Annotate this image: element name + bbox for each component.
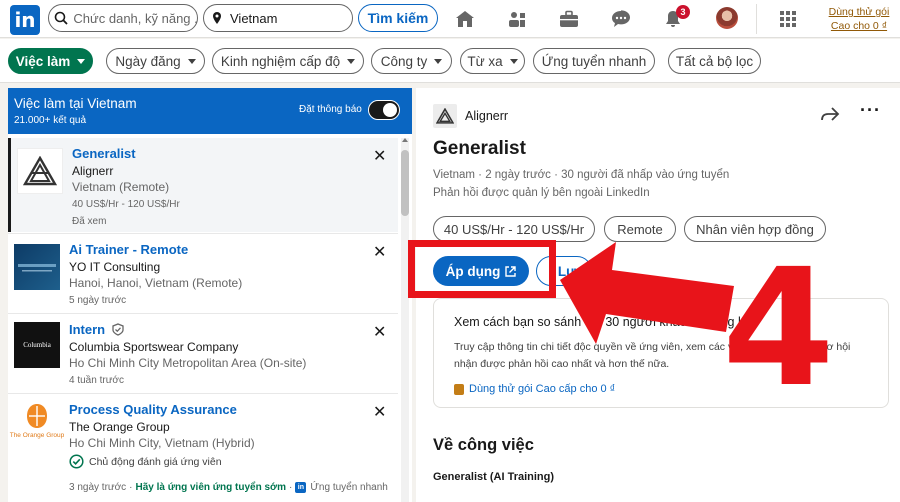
yo-it-consulting-logo-icon <box>14 244 60 290</box>
about-job-subtitle: Generalist (AI Training) <box>433 471 555 483</box>
job-posted-time: 4 tuần trước <box>69 375 124 386</box>
about-job-heading: Về công việc <box>433 436 534 454</box>
filter-company[interactable]: Công ty <box>371 48 452 74</box>
job-posted-time: 5 ngày trước <box>69 295 127 306</box>
top-nav: in Chức danh, kỹ năng ... Vietnam Tìm ki… <box>0 0 900 38</box>
job-location: Vietnam (Remote) <box>72 180 170 194</box>
dismiss-job-close-icon[interactable]: ✕ <box>373 242 386 262</box>
check-circle-icon <box>69 454 84 469</box>
premium-card-body: Truy cập thông tin chi tiết độc quyền về… <box>454 341 851 370</box>
job-card[interactable]: The Orange Group Process Quality Assuran… <box>8 394 398 502</box>
salary-tag[interactable]: 40 US$/Hr - 120 US$/Hr <box>433 216 595 242</box>
job-detail-response-note: Phản hồi được quản lý bên ngoài LinkedIn <box>433 187 650 199</box>
notification-badge: 3 <box>676 5 690 19</box>
job-detail-title: Generalist <box>433 138 526 159</box>
search-icon <box>49 11 73 25</box>
chevron-down-icon <box>347 58 356 64</box>
job-list-panel: Việc làm tại Vietnam 21.000+ kết quả Đặt… <box>8 88 412 502</box>
dismiss-job-close-icon[interactable]: ✕ <box>373 146 386 166</box>
chevron-down-icon <box>187 58 196 64</box>
profile-avatar[interactable] <box>716 7 738 29</box>
filter-remote[interactable]: Từ xa <box>460 48 525 74</box>
messaging-icon[interactable] <box>608 6 634 32</box>
job-salary: 40 US$/Hr - 120 US$/Hr <box>72 199 180 210</box>
save-button[interactable]: Lưu <box>536 256 592 286</box>
company-name[interactable]: Alignerr <box>465 109 508 123</box>
job-title[interactable]: Generalist <box>72 146 136 161</box>
share-arrow-icon[interactable] <box>820 106 840 127</box>
location-value: Vietnam <box>230 10 278 26</box>
columbia-logo-icon: Columbia <box>14 322 60 368</box>
home-icon[interactable] <box>452 6 478 32</box>
premium-card-title: Xem cách bạn so sánh với 30 người khác đ… <box>454 315 751 329</box>
external-link-icon <box>505 265 517 277</box>
scrollbar-thumb[interactable] <box>401 150 409 216</box>
job-status: Đã xem <box>72 216 107 227</box>
filter-bar: Việc làm Ngày đăng Kinh nghiệm cấp độ Cô… <box>0 39 900 83</box>
filter-all-filters[interactable]: Tất cả bộ lọc <box>668 48 761 74</box>
filter-date-posted[interactable]: Ngày đăng <box>106 48 205 74</box>
job-title[interactable]: Ai Trainer - Remote <box>69 242 188 257</box>
alignerr-logo-icon <box>17 148 63 194</box>
job-location: Ho Chi Minh City Metropolitan Area (On-s… <box>69 356 307 370</box>
premium-insight-card: Xem cách bạn so sánh với 30 người khác đ… <box>433 298 889 408</box>
job-detail-meta: Vietnam · 2 ngày trước · 30 người đã nhấ… <box>433 169 730 181</box>
job-card[interactable]: Columbia Intern Columbia Sportswear Comp… <box>8 314 398 392</box>
premium-trial-link[interactable]: Dùng thử gói Cao cho 0 ₫ <box>818 5 900 33</box>
search-placeholder: Chức danh, kỹ năng ... <box>73 10 197 26</box>
chevron-down-icon <box>509 58 518 64</box>
job-card[interactable]: Ai Trainer - Remote YO IT Consulting Han… <box>8 234 398 312</box>
job-list-header: Việc làm tại Vietnam 21.000+ kết quả Đặt… <box>8 88 412 134</box>
alignerr-logo-icon[interactable] <box>433 104 457 128</box>
more-options-icon[interactable]: ··· <box>860 100 881 121</box>
apps-grid-icon[interactable] <box>775 6 801 32</box>
filter-experience-level[interactable]: Kinh nghiệm cấp độ <box>212 48 364 74</box>
result-count: 21.000+ kết quả <box>14 115 87 126</box>
job-company: YO IT Consulting <box>69 260 161 274</box>
job-location: Hanoi, Hanoi, Vietnam (Remote) <box>69 276 243 290</box>
remote-tag[interactable]: Remote <box>604 216 676 242</box>
contract-tag[interactable]: Nhân viên hợp đồng <box>684 216 826 242</box>
search-input[interactable]: Chức danh, kỹ năng ... <box>48 4 198 32</box>
job-alert-toggle[interactable] <box>368 100 400 120</box>
search-button[interactable]: Tìm kiếm <box>358 4 438 32</box>
job-list-scrollbar[interactable] <box>401 138 409 502</box>
nav-divider <box>756 4 757 34</box>
job-detail-panel: Alignerr ··· Generalist Vietnam · 2 ngày… <box>416 88 900 502</box>
premium-gold-icon <box>454 383 464 395</box>
job-list-title: Việc làm tại Vietnam <box>14 96 137 111</box>
filter-jobs[interactable]: Việc làm <box>8 48 93 74</box>
linkedin-mini-icon: in <box>295 482 307 493</box>
chevron-down-icon <box>434 58 443 64</box>
job-title[interactable]: Intern <box>69 322 124 337</box>
dismiss-job-close-icon[interactable]: ✕ <box>373 402 386 422</box>
job-location: Ho Chi Minh City, Vietnam (Hybrid) <box>69 436 255 450</box>
premium-trial-button[interactable]: Dùng thử gói Cao cấp cho 0 ₫ <box>454 383 615 395</box>
location-input[interactable]: Vietnam <box>203 4 353 32</box>
network-icon[interactable] <box>504 6 530 32</box>
job-title[interactable]: Process Quality Assurance <box>69 402 237 417</box>
verified-shield-icon <box>112 323 124 336</box>
linkedin-logo[interactable]: in <box>10 5 40 35</box>
orange-group-logo-icon: The Orange Group <box>10 402 64 448</box>
dismiss-job-close-icon[interactable]: ✕ <box>373 322 386 342</box>
job-company: Columbia Sportswear Company <box>69 340 239 354</box>
job-company: Alignerr <box>72 164 114 178</box>
filter-easy-apply[interactable]: Ứng tuyển nhanh <box>533 48 655 74</box>
jobs-briefcase-icon[interactable] <box>556 6 582 32</box>
job-alert-label: Đặt thông báo <box>299 104 362 115</box>
scroll-up-arrow-icon[interactable] <box>402 138 408 142</box>
job-insight: Chủ động đánh giá ứng viên <box>69 454 222 469</box>
job-card[interactable]: Generalist Alignerr Vietnam (Remote) 40 … <box>8 138 398 232</box>
apply-button[interactable]: Áp dụng <box>433 256 529 286</box>
toggle-knob <box>383 103 397 117</box>
location-pin-icon <box>204 11 230 25</box>
chevron-down-icon <box>77 58 86 64</box>
job-footer: 3 ngày trước · Hãy là ứng viên ứng tuyển… <box>69 482 388 493</box>
job-company: The Orange Group <box>69 420 170 434</box>
